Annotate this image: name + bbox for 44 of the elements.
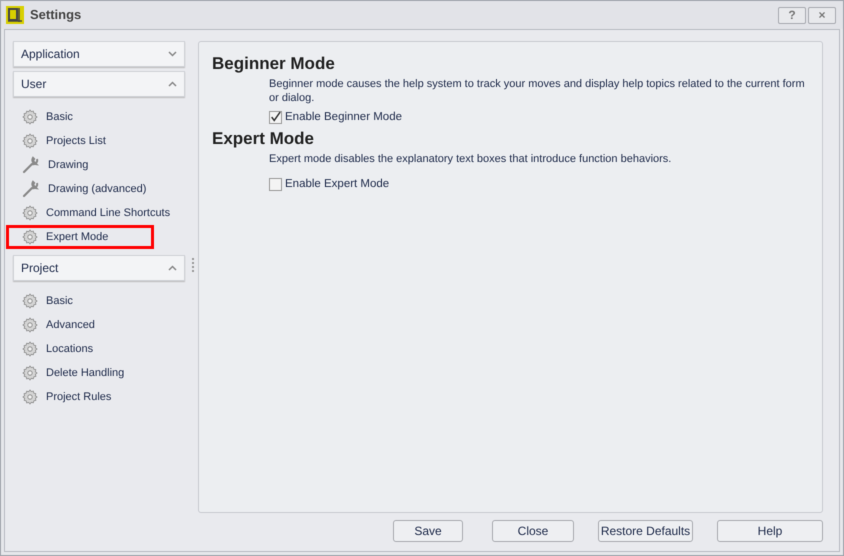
section-description: Expert mode disables the explanatory text boxes that introduce function behaviors. [269,152,672,166]
gear-icon [22,317,38,333]
dialog-button[interactable]: Restore Defaults [598,520,693,542]
sidebar-item[interactable]: Drawing (advanced) [6,177,186,201]
window-title: Settings [30,6,82,24]
sidebar-item[interactable]: Project Rules [6,385,186,409]
checkmark-icon [270,111,281,124]
sidebar-item[interactable]: Expert Mode [6,225,154,249]
gear-icon [22,365,38,381]
checkbox[interactable]: Enable Beginner Mode [269,109,402,126]
section-heading: Beginner Mode [212,53,336,75]
chevron-up-icon [168,81,177,87]
splitter-handle[interactable] [192,258,194,272]
section-heading: Expert Mode [212,128,316,150]
help-button[interactable]: ? [778,6,806,24]
sidebar-item[interactable]: Locations [6,337,186,361]
group-header[interactable]: Application [13,41,185,67]
sidebar-item[interactable]: Command Line Shortcuts [6,201,186,225]
gear-icon [22,229,38,245]
sidebar-item[interactable]: Basic [6,105,186,129]
app-logo-icon [6,6,24,24]
gear-icon [22,293,38,309]
sidebar-item[interactable]: Drawing [6,153,186,177]
sidebar-item[interactable]: Advanced [6,313,186,337]
gear-icon [22,389,38,405]
checkbox[interactable]: Enable Expert Mode [269,176,390,194]
chevron-up-icon [168,265,177,271]
sidebar-item[interactable]: Delete Handling [6,361,186,385]
group-header[interactable]: User [13,71,185,97]
gear-icon [22,133,38,149]
sidebar-item[interactable]: Projects List [6,129,186,153]
gear-icon [22,341,38,357]
sidebar-item[interactable]: Basic [6,289,186,313]
dialog-button[interactable]: Help [717,520,823,542]
gear-icon [22,109,38,125]
gear-icon [22,205,38,221]
chevron-down-icon [168,51,177,57]
close-button[interactable]: × [808,6,836,24]
group-header[interactable]: Project [13,255,185,281]
wrench-icon [22,156,40,174]
section-description: Beginner mode causes the help system to track your moves and display help topics related to the current form or dialog. [269,77,806,105]
wrench-icon [22,180,40,198]
dialog-button[interactable]: Close [492,520,574,542]
dialog-button[interactable]: Save [393,520,463,542]
